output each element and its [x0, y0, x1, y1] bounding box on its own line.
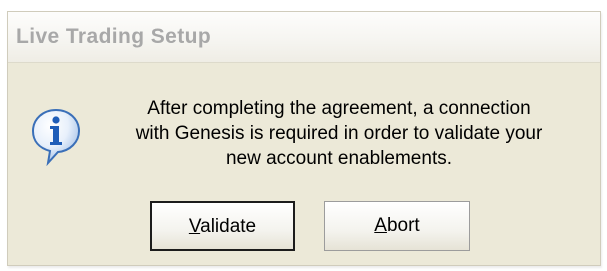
- info-icon: [31, 108, 81, 166]
- dialog-body: After completing the agreement, a connec…: [8, 63, 600, 265]
- message-text: After completing the agreement, a connec…: [104, 96, 574, 171]
- message-line: After completing the agreement, a connec…: [147, 98, 531, 119]
- validate-button[interactable]: Validate: [150, 201, 295, 251]
- title-bar[interactable]: Live Trading Setup: [8, 12, 600, 63]
- abort-label-rest: bort: [386, 215, 420, 236]
- message-line: new account enablements.: [225, 148, 453, 169]
- validate-mnemonic: V: [188, 215, 201, 237]
- window-title: Live Trading Setup: [16, 25, 212, 48]
- abort-mnemonic: A: [374, 215, 387, 236]
- abort-button[interactable]: Abort: [324, 201, 470, 251]
- message-line: with Genesis is required in order to val…: [135, 123, 543, 144]
- live-trading-setup-dialog: Live Trading Setup After completing the …: [7, 11, 601, 266]
- validate-label-rest: alidate: [200, 215, 257, 237]
